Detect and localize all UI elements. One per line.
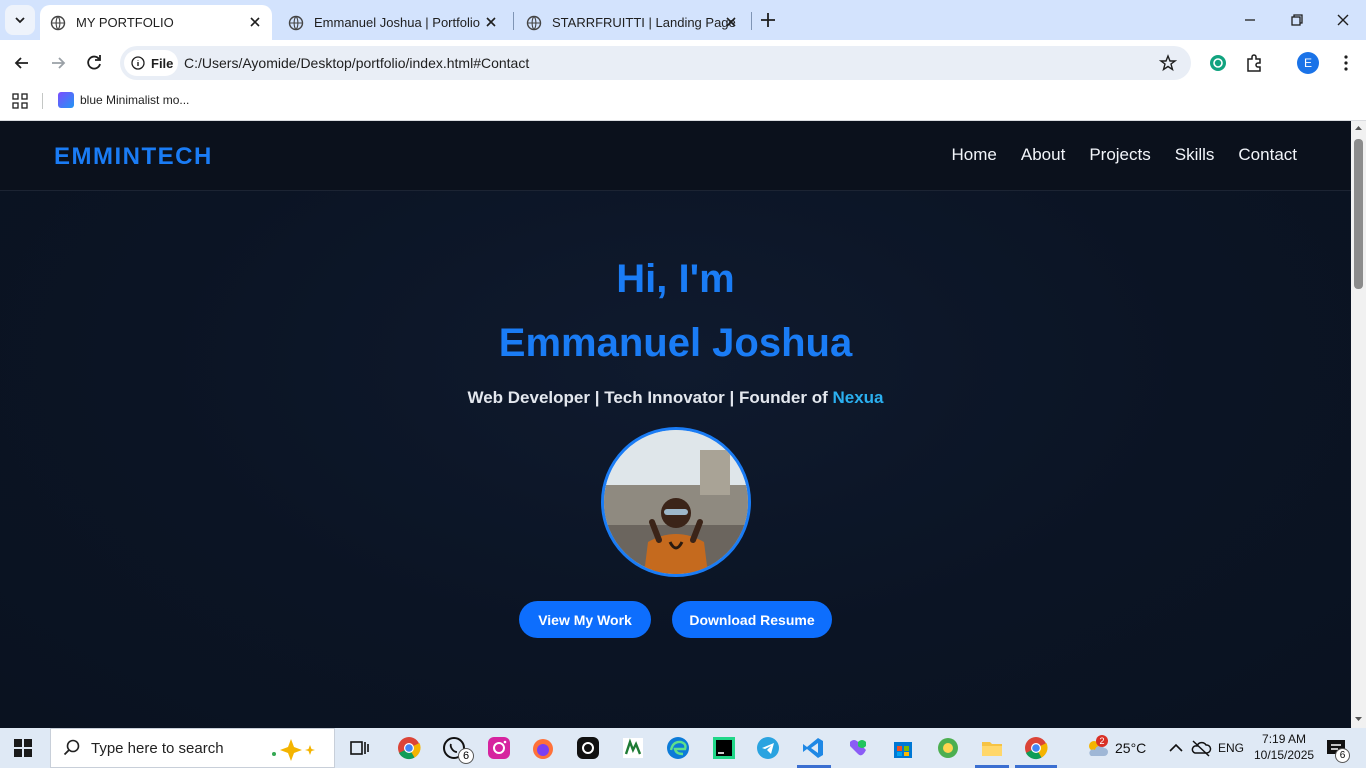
edge-app-icon[interactable] <box>666 736 690 760</box>
kebab-menu-icon[interactable] <box>1336 53 1356 73</box>
close-icon[interactable] <box>248 15 262 29</box>
restore-icon[interactable] <box>1287 10 1307 30</box>
tab-title: STARRFRUITTI | Landing Page <box>552 15 736 30</box>
threads-app-icon[interactable] <box>576 736 600 760</box>
close-window-icon[interactable] <box>1333 10 1353 30</box>
profile-photo <box>601 427 751 577</box>
bookmarks-bar: blue Minimalist mo... <box>0 86 1366 121</box>
scroll-up-icon[interactable] <box>1354 124 1363 132</box>
chip-label: File <box>151 55 174 71</box>
back-arrow-icon[interactable] <box>11 52 33 74</box>
globe-icon <box>50 15 66 30</box>
nav-contact-link[interactable]: Contact <box>1238 145 1297 165</box>
forward-arrow-icon[interactable] <box>47 52 69 74</box>
nav-skills-link[interactable]: Skills <box>1175 145 1215 165</box>
apps-grid-icon[interactable] <box>12 93 28 109</box>
hero-greeting: Hi, I'm <box>616 257 735 301</box>
tab-strip: MY PORTFOLIO Emmanuel Joshua | Portfolio… <box>0 0 1366 40</box>
site-logo[interactable]: EMMINTECH <box>54 143 213 171</box>
tab-search-button[interactable] <box>5 5 35 35</box>
task-view-icon[interactable] <box>348 736 372 760</box>
taskbar-search-placeholder: Type here to search <box>91 739 224 757</box>
page-viewport: EMMINTECH Home About Projects Skills Con… <box>0 121 1351 728</box>
temperature-text[interactable]: 25°C <box>1115 740 1146 756</box>
page-scrollbar[interactable] <box>1351 121 1366 728</box>
nav-home-link[interactable]: Home <box>952 145 997 165</box>
chevron-down-icon <box>15 17 25 24</box>
bookmark-item[interactable]: blue Minimalist mo... <box>58 92 189 108</box>
bookmark-star-icon[interactable] <box>1159 54 1177 72</box>
address-bar[interactable]: File C:/Users/Ayomide/Desktop/portfolio/… <box>120 46 1191 80</box>
site-info-chip[interactable]: File <box>124 50 178 76</box>
taskbar-search-box[interactable]: Type here to search <box>50 728 335 768</box>
download-resume-button[interactable]: Download Resume <box>672 601 832 638</box>
tab-emmanuel-portfolio[interactable]: Emmanuel Joshua | Portfolio <box>278 5 508 40</box>
notifications-badge: 6 <box>1335 748 1350 763</box>
show-hidden-icons-chevron-icon[interactable] <box>1166 738 1186 758</box>
tab-divider <box>751 12 752 30</box>
copilot-app-icon[interactable] <box>846 736 870 760</box>
nav-about-link[interactable]: About <box>1021 145 1065 165</box>
globe-icon <box>288 15 304 30</box>
chatgpt-extension-icon[interactable] <box>1208 53 1228 73</box>
pycharm-app-icon[interactable] <box>712 736 736 760</box>
file-explorer-icon[interactable] <box>980 736 1004 760</box>
network-offline-icon[interactable] <box>1190 738 1212 758</box>
browser-toolbar: File C:/Users/Ayomide/Desktop/portfolio/… <box>0 40 1366 86</box>
reload-icon[interactable] <box>83 52 105 74</box>
tab-my-portfolio[interactable]: MY PORTFOLIO <box>40 5 272 40</box>
hero-subtitle: Web Developer | Tech Innovator | Founder… <box>0 388 1351 408</box>
extensions-puzzle-icon[interactable] <box>1244 53 1264 73</box>
taskbar-clock[interactable]: 7:19 AM 10/15/2025 <box>1254 731 1314 763</box>
weather-badge: 2 <box>1096 735 1108 747</box>
scrollbar-thumb[interactable] <box>1354 139 1363 289</box>
new-tab-plus-icon[interactable] <box>758 10 778 30</box>
bookmark-favicon-icon <box>58 92 74 108</box>
firefox-app-icon[interactable] <box>531 736 555 760</box>
microsoft-store-icon[interactable] <box>891 736 915 760</box>
bookmarks-divider <box>42 93 43 109</box>
whatsapp-badge: 6 <box>458 748 474 764</box>
info-icon <box>131 56 145 70</box>
nav-projects-link[interactable]: Projects <box>1089 145 1150 165</box>
chrome-profile-app-icon[interactable] <box>1024 736 1048 760</box>
vscode-app-icon[interactable] <box>801 736 825 760</box>
view-my-work-button[interactable]: View My Work <box>519 601 651 638</box>
tab-title: MY PORTFOLIO <box>76 15 174 30</box>
clock-time: 7:19 AM <box>1262 732 1307 746</box>
tab-divider <box>513 12 514 30</box>
close-icon[interactable] <box>484 15 498 29</box>
scroll-down-icon[interactable] <box>1354 715 1363 723</box>
copilot-sparkle-icon <box>272 739 315 761</box>
profile-avatar[interactable]: E <box>1297 52 1319 74</box>
clock-date: 10/15/2025 <box>1254 748 1315 762</box>
tab-starrfruitti[interactable]: STARRFRUITTI | Landing Page <box>516 5 748 40</box>
telegram-app-icon[interactable] <box>756 736 780 760</box>
hero-name: Emmanuel Joshua <box>498 321 853 365</box>
search-icon <box>63 739 80 756</box>
windows-start-icon[interactable] <box>14 739 32 757</box>
hero-brand-highlight: Nexua <box>832 388 884 407</box>
instagram-app-icon[interactable] <box>487 736 511 760</box>
hero-subtitle-text: Web Developer | Tech Innovator | Founder… <box>467 388 833 407</box>
url-text[interactable]: C:/Users/Ayomide/Desktop/portfolio/index… <box>184 55 529 71</box>
app-icon[interactable] <box>621 736 645 760</box>
profile-photo-illustration <box>604 430 748 574</box>
site-header: EMMINTECH Home About Projects Skills Con… <box>0 121 1351 191</box>
chrome-app-icon[interactable] <box>397 736 421 760</box>
windows-taskbar: Type here to search 6 2 25°C ENG 7:19 AM… <box>0 728 1366 768</box>
minimize-icon[interactable] <box>1240 10 1260 30</box>
language-indicator[interactable]: ENG <box>1218 741 1244 755</box>
globe-icon <box>526 15 542 30</box>
close-icon[interactable] <box>724 15 738 29</box>
tab-title: Emmanuel Joshua | Portfolio <box>314 15 480 30</box>
bookmark-label: blue Minimalist mo... <box>80 93 190 107</box>
site-nav: Home About Projects Skills Contact <box>952 145 1297 165</box>
money-app-icon[interactable] <box>936 736 960 760</box>
